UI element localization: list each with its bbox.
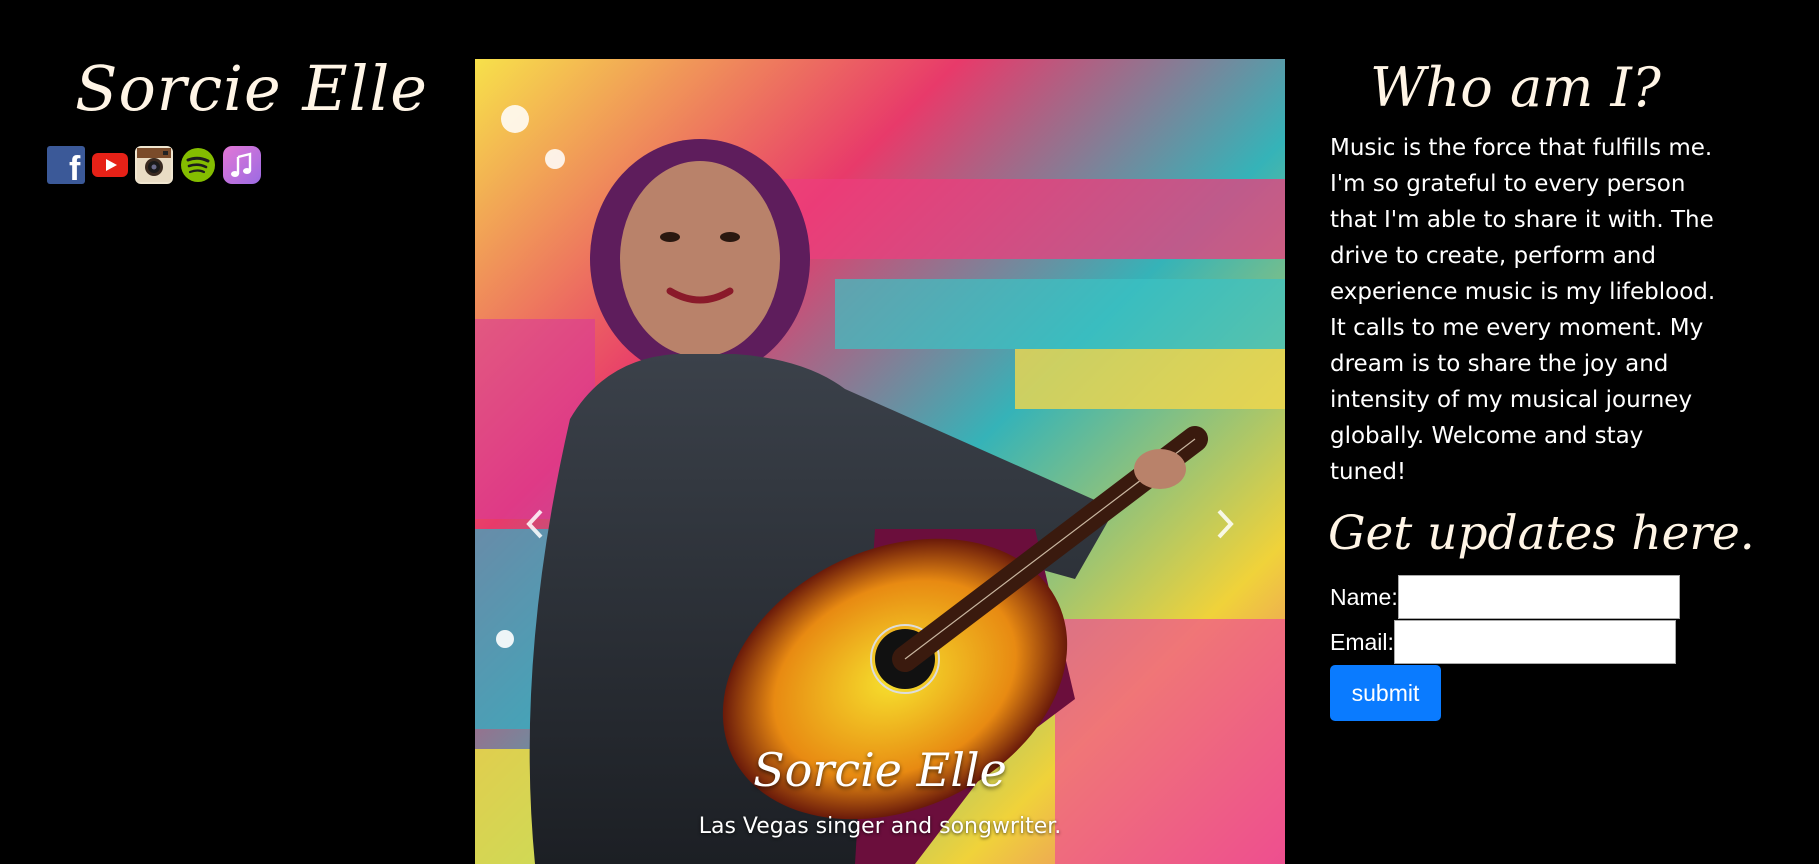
name-label: Name: bbox=[1330, 583, 1398, 610]
signup-heading: Get updates here. bbox=[1328, 506, 1755, 561]
carousel-prev-button[interactable] bbox=[515, 499, 555, 549]
name-row: Name: bbox=[1330, 575, 1680, 619]
submit-button[interactable]: submit bbox=[1330, 665, 1441, 721]
svg-text:f: f bbox=[69, 150, 81, 184]
about-heading: Who am I? bbox=[1370, 56, 1661, 119]
site-title: Sorcie Elle bbox=[75, 52, 428, 125]
facebook-icon[interactable]: f bbox=[47, 146, 85, 184]
hero-carousel[interactable]: Sorcie Elle Las Vegas singer and songwri… bbox=[475, 59, 1285, 864]
carousel-caption-title: Sorcie Elle bbox=[753, 743, 1007, 797]
spotify-icon[interactable] bbox=[179, 146, 217, 184]
social-links: f bbox=[47, 146, 261, 184]
about-text: Music is the force that fulfills me. I'm… bbox=[1330, 135, 1716, 485]
instagram-icon[interactable] bbox=[135, 146, 173, 184]
email-field[interactable] bbox=[1393, 620, 1676, 664]
chevron-right-icon bbox=[1217, 509, 1234, 539]
email-row: Email: bbox=[1330, 620, 1676, 664]
youtube-icon[interactable] bbox=[91, 146, 129, 184]
itunes-icon[interactable] bbox=[223, 146, 261, 184]
carousel-caption-subtitle: Las Vegas singer and songwriter. bbox=[698, 814, 1062, 839]
carousel-next-button[interactable] bbox=[1205, 499, 1245, 549]
name-field[interactable] bbox=[1397, 575, 1680, 619]
email-label: Email: bbox=[1330, 628, 1394, 655]
chevron-left-icon bbox=[526, 509, 543, 539]
